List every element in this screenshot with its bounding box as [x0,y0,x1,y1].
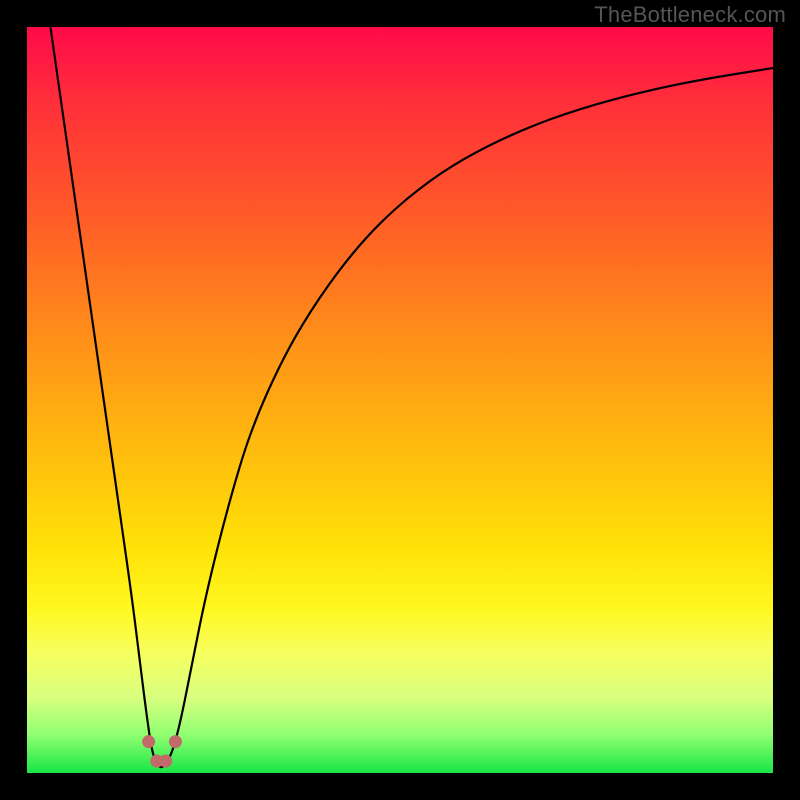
chart-frame: TheBottleneck.com [0,0,800,800]
plot-area [27,27,773,773]
watermark-text: TheBottleneck.com [594,2,786,28]
dot-right-inner [159,755,172,768]
chart-svg [27,27,773,773]
dot-right-outer [169,735,182,748]
dot-left-outer [142,735,155,748]
